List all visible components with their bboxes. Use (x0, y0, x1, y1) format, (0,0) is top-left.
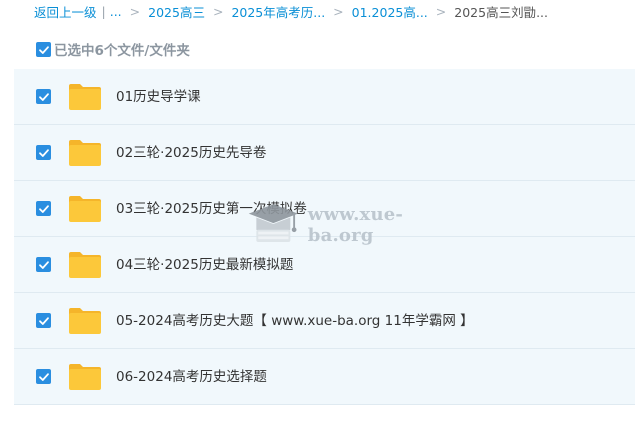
checkmark-icon (38, 372, 49, 381)
folder-name[interactable]: 04三轮·2025历史最新模拟题 (116, 237, 293, 293)
file-row[interactable]: 04三轮·2025历史最新模拟题 (14, 237, 635, 293)
file-row[interactable]: 05-2024高考历史大题【 www.xue-ba.org 11年学霸网 】 (14, 293, 635, 349)
checkmark-icon (38, 316, 49, 325)
folder-name[interactable]: 05-2024高考历史大题【 www.xue-ba.org 11年学霸网 】 (116, 293, 474, 349)
selection-header: 已选中6个文件/文件夹 (14, 30, 635, 68)
file-row[interactable]: 02三轮·2025历史先导卷 (14, 125, 635, 181)
folder-name[interactable]: 01历史导学课 (116, 69, 201, 125)
folder-icon (69, 196, 101, 222)
chevron-right-icon: > (129, 3, 141, 19)
breadcrumb-current: 2025高三刘勖... (454, 4, 548, 20)
folder-name[interactable]: 06-2024高考历史选择题 (116, 349, 267, 405)
chevron-right-icon: > (435, 3, 447, 19)
breadcrumb-item[interactable]: 2025高三 (148, 2, 205, 21)
checkmark-icon (38, 204, 49, 213)
selection-count-label: 已选中6个文件/文件夹 (54, 43, 190, 59)
folder-icon (69, 84, 101, 110)
breadcrumb-item[interactable]: 2025年高考历... (231, 2, 325, 21)
file-row[interactable]: 06-2024高考历史选择题 (14, 349, 635, 405)
select-all-checkbox[interactable] (36, 42, 51, 57)
row-checkbox[interactable] (36, 257, 51, 272)
checkmark-icon (38, 148, 49, 157)
chevron-right-icon: > (212, 3, 224, 19)
folder-icon (69, 364, 101, 390)
breadcrumb-item[interactable]: 01.2025高... (352, 2, 428, 21)
checkmark-icon (38, 260, 49, 269)
file-row[interactable]: 01历史导学课 (14, 69, 635, 125)
checkmark-icon (38, 92, 49, 101)
row-checkbox[interactable] (36, 201, 51, 216)
row-checkbox[interactable] (36, 313, 51, 328)
folder-icon (69, 252, 101, 278)
breadcrumb: 返回上一级 | ... > 2025高三 > 2025年高考历... > 01.… (0, 0, 635, 22)
row-checkbox[interactable] (36, 89, 51, 104)
breadcrumb-divider: | (101, 3, 106, 19)
breadcrumb-ellipsis[interactable]: ... (110, 4, 122, 19)
file-list: 01历史导学课 02三轮·2025历史先导卷 03三轮·2025历史第一次模拟卷… (14, 69, 635, 405)
file-row[interactable]: 03三轮·2025历史第一次模拟卷 (14, 181, 635, 237)
folder-name[interactable]: 02三轮·2025历史先导卷 (116, 125, 266, 181)
folder-icon (69, 308, 101, 334)
folder-icon (69, 140, 101, 166)
row-checkbox[interactable] (36, 369, 51, 384)
row-checkbox[interactable] (36, 145, 51, 160)
checkmark-icon (38, 45, 49, 54)
back-link[interactable]: 返回上一级 (34, 2, 97, 21)
folder-name[interactable]: 03三轮·2025历史第一次模拟卷 (116, 181, 307, 237)
chevron-right-icon: > (333, 3, 344, 19)
